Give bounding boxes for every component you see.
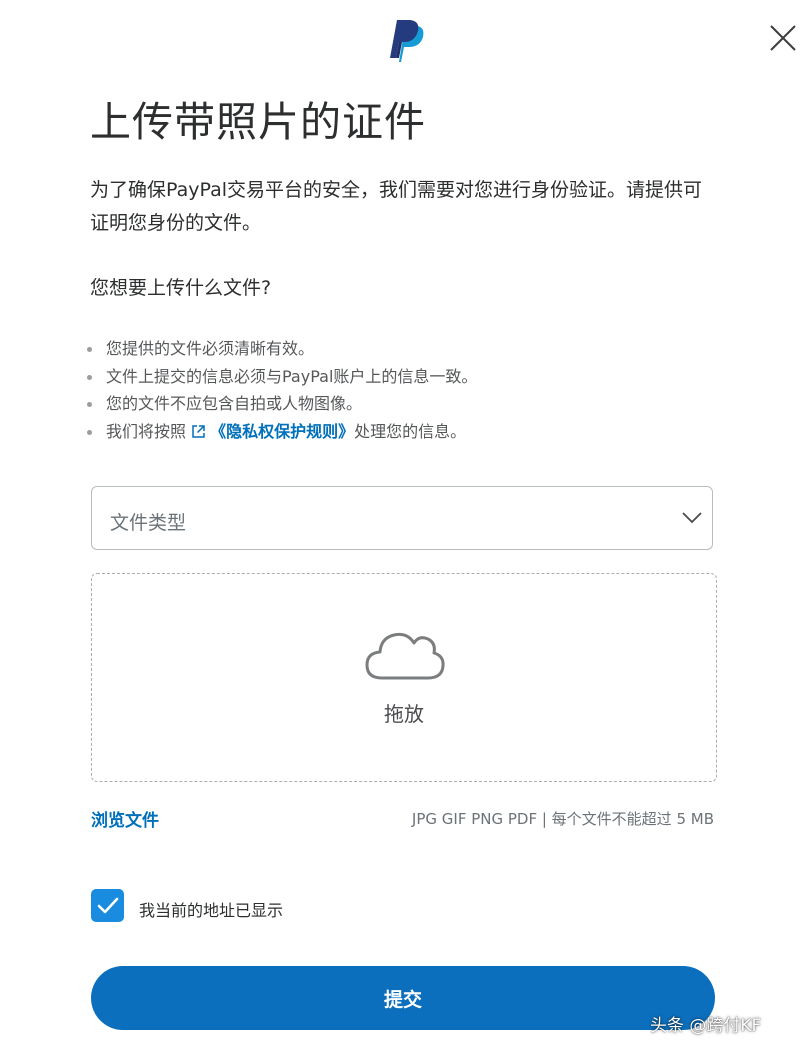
browse-files-link[interactable]: 浏览文件	[91, 806, 159, 831]
policy-suffix: 处理您的信息。	[354, 421, 467, 441]
rule-text: 您提供的文件必须清晰有效。	[106, 339, 315, 358]
cloud-icon	[365, 632, 445, 680]
intro-text: 为了确保PayPal交易平台的安全，我们需要对您进行身份验证。请提供可证明您身份…	[90, 179, 703, 234]
rule-text: 您的文件不应包含自拍或人物图像。	[106, 394, 363, 413]
list-item: 您提供的文件必须清晰有效。	[86, 335, 477, 363]
list-item: 文件上提交的信息必须与PayPal账户上的信息一致。	[86, 363, 477, 391]
address-checkbox[interactable]	[91, 889, 124, 922]
rule-text: 文件上提交的信息必须与PayPal账户上的信息一致。	[106, 366, 478, 386]
page-title: 上传带照片的证件	[90, 98, 426, 146]
policy-prefix: 我们将按照	[106, 421, 187, 441]
checkmark-icon	[97, 897, 119, 914]
bullet-icon	[87, 347, 92, 352]
file-type-placeholder: 文件类型	[110, 512, 187, 534]
file-type-select[interactable]: 文件类型	[91, 486, 713, 550]
dropzone-label: 拖放	[384, 702, 424, 726]
file-format-note: JPG GIF PNG PDF | 每个文件不能超过 5 MB	[411, 810, 714, 828]
bullet-icon	[87, 402, 92, 407]
address-checkbox-label: 我当前的地址已显示	[139, 901, 284, 920]
close-button[interactable]	[766, 21, 800, 55]
chevron-down-icon	[682, 512, 702, 524]
list-item: 您的文件不应包含自拍或人物图像。	[86, 390, 477, 418]
privacy-policy-link-text: 《隐私权保护规则》	[210, 421, 355, 441]
close-icon	[770, 25, 796, 51]
requirements-list: 您提供的文件必须清晰有效。 文件上提交的信息必须与PayPal账户上的信息一致。…	[86, 335, 477, 445]
bullet-icon	[87, 429, 92, 435]
list-item: 我们将按照 《隐私权保护规则》处理您的信息。	[86, 418, 477, 446]
external-link-icon	[192, 424, 205, 438]
watermark: 头条 @跨付KF	[650, 1016, 762, 1036]
file-dropzone[interactable]: 拖放	[91, 573, 717, 782]
privacy-policy-link[interactable]: 《隐私权保护规则》	[191, 422, 354, 441]
bullet-icon	[87, 374, 92, 380]
paypal-logo	[383, 16, 425, 66]
submit-button[interactable]: 提交	[91, 966, 715, 1030]
upload-question: 您想要上传什么文件?	[90, 277, 272, 299]
